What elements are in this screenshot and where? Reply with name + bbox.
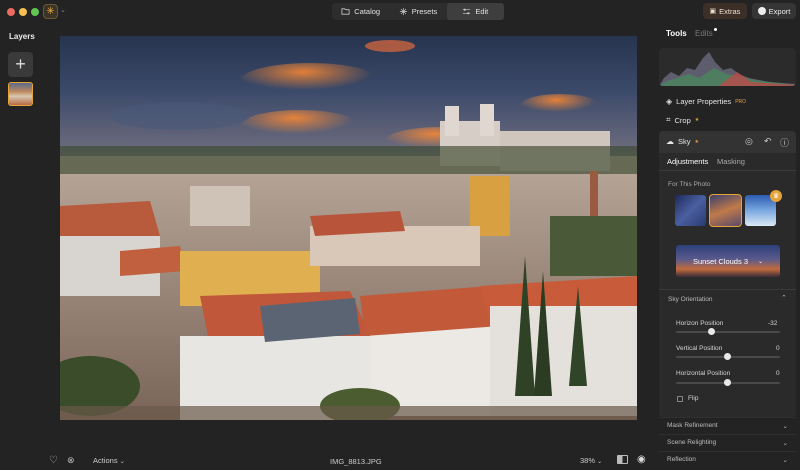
horizontal-position-knob[interactable] [724,379,731,386]
crop-label: Crop [674,115,691,125]
info-icon[interactable]: ⓘ [780,136,789,149]
crop-row[interactable]: ⌗ Crop ★ [666,115,699,125]
vertical-position-value: 0 [776,345,780,352]
extras-button[interactable]: ▣ Extras [703,3,747,19]
chevron-down-icon: ⌄ [782,439,788,447]
tab-label: Edit [475,7,489,16]
tab-presets[interactable]: Presets [389,3,446,20]
horizon-position-label: Horizon Position [676,320,724,327]
layer-properties-label: Layer Properties [676,97,732,106]
horizontal-position-label: Horizontal Position [676,370,731,377]
chevron-up-icon[interactable]: ⌃ [781,294,787,302]
sky-title-label: Sky [678,137,691,146]
section-label: Mask Refinement [667,422,718,429]
pro-badge: PRO [735,98,747,105]
layer-properties-row[interactable]: ◈ Layer Properties PRO [666,97,746,106]
sky-select-dropdown[interactable]: Sunset Clouds 3 ⌄ [676,245,780,277]
zoom-window-button[interactable] [31,8,39,16]
sky-presets [675,194,776,227]
extras-label: Extras [719,6,741,16]
orientation-divider [659,289,796,290]
sparkle-icon [399,7,407,16]
sky-orientation-title[interactable]: Sky Orientation [668,296,712,303]
chevron-down-icon: ⌄ [782,456,788,464]
tab-tools[interactable]: Tools [666,29,687,38]
tab-edit[interactable]: Edit [446,3,504,20]
tab-adjustments[interactable]: Adjustments [667,157,708,166]
layers-title: Layers [9,32,35,41]
sun-icon: ✳ [46,6,55,17]
filename-label: IMG_8813.JPG [330,457,382,466]
section-label: Scene Relighting [667,439,717,446]
photo-canvas[interactable] [60,36,637,420]
add-layer-button[interactable]: + [8,52,33,77]
tab-masking[interactable]: Masking [717,157,745,166]
flip-checkbox[interactable] [677,396,683,402]
histogram [659,48,796,86]
flip-label: Flip [688,395,699,402]
zoom-value: 38% [580,456,596,465]
layer-thumbnail[interactable] [8,82,33,106]
folder-icon [341,8,350,15]
tab-divider [659,170,796,171]
tab-edits[interactable]: Edits [695,29,713,38]
chevron-down-icon: ⌄ [782,422,788,430]
selected-sky-label: Sunset Clouds 3 [692,256,748,266]
actions-menu[interactable]: Actions ⌄ [93,456,125,465]
sliders-icon [463,8,471,15]
star-badge-icon: ★ [694,117,700,123]
section-scene-relighting[interactable]: Scene Relighting ⌄ [659,434,796,450]
reject-x-icon[interactable]: ⊗ [67,455,75,466]
zoom-dropdown[interactable]: 38% ⌄ [580,456,602,465]
close-window-button[interactable] [7,8,15,16]
layers-stack-icon: ◈ [666,97,673,106]
chevron-down-icon: ⌄ [758,258,764,265]
app-menu-button[interactable]: ✳ [43,4,58,19]
export-label: Export [768,6,791,16]
minimize-window-button[interactable] [19,8,27,16]
chevron-down-icon: ⌄ [119,459,125,465]
briefcase-icon: ▣ [709,8,717,15]
crop-icon: ⌗ [666,115,671,124]
section-mask-refinement[interactable]: Mask Refinement ⌄ [659,417,796,433]
for-this-photo-label: For This Photo [668,181,711,188]
horizontal-position-value: 0 [776,370,780,377]
edits-indicator-dot [714,28,717,31]
vertical-position-label: Vertical Position [676,345,723,352]
star-badge-icon: ★ [694,138,699,145]
mode-switcher: Catalog Presets Edit [332,3,504,20]
sky-title: ☁ Sky ★ [666,137,699,146]
undo-icon[interactable]: ↶ [764,136,772,147]
chevron-down-icon[interactable]: ⌄ [60,6,66,14]
visibility-eye-icon[interactable]: ◎ [745,136,753,147]
horizon-position-value: -32 [768,320,778,327]
section-reflection[interactable]: Reflection ⌄ [659,451,796,467]
tab-label: Presets [411,7,438,16]
compare-icon[interactable] [617,455,628,464]
sky-preset-sunset[interactable] [709,194,742,227]
export-button[interactable]: Export [752,3,796,19]
horizon-position-knob[interactable] [708,328,715,335]
export-icon [757,7,766,15]
premium-badge-icon: ♛ [770,190,782,202]
cloud-icon: ☁ [666,137,674,146]
actions-label: Actions [93,456,118,465]
eye-icon[interactable]: ◉ [637,454,646,465]
photo-image [60,36,637,420]
tab-catalog[interactable]: Catalog [332,3,389,20]
sky-preset-night[interactable] [675,195,706,226]
tab-label: Catalog [354,7,381,16]
favorite-heart-icon[interactable]: ♡ [49,455,58,466]
vertical-position-knob[interactable] [724,353,731,360]
chevron-down-icon: ⌄ [597,459,603,465]
horizon-position-slider[interactable] [676,331,780,333]
section-label: Reflection [667,456,696,463]
plus-icon: + [15,54,26,74]
